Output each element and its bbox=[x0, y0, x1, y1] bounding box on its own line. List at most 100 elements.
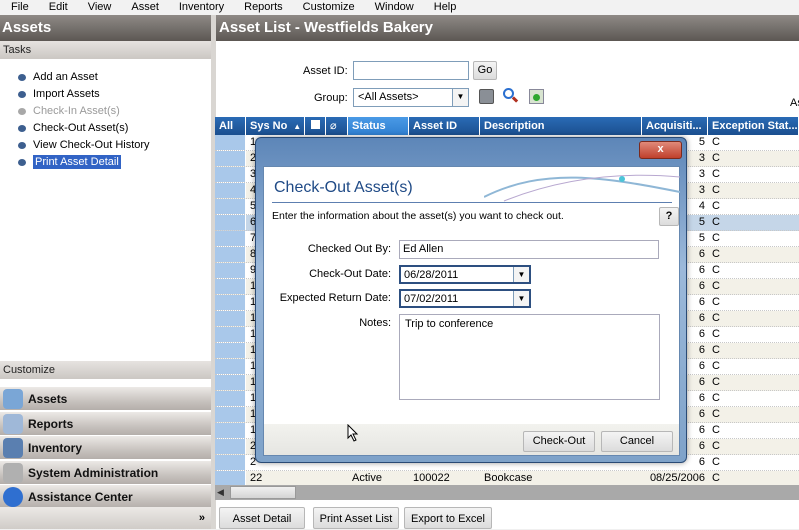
menu-customize[interactable]: Customize bbox=[292, 0, 364, 15]
column-header-4[interactable]: Status bbox=[348, 117, 409, 135]
task-import-assets[interactable]: Import Assets bbox=[18, 87, 100, 101]
column-header-6[interactable]: Description bbox=[480, 117, 642, 135]
asset-detail-button[interactable]: Asset Detail bbox=[219, 507, 305, 529]
column-header-8[interactable]: Exception Stat... bbox=[708, 117, 799, 135]
cancel-button[interactable]: Cancel bbox=[601, 431, 673, 452]
acquisition-cell: 6 bbox=[698, 296, 705, 308]
group-select[interactable]: <All Assets> ▼ bbox=[353, 88, 469, 107]
nav-reports[interactable]: Reports bbox=[0, 411, 211, 436]
row-selector[interactable] bbox=[215, 391, 246, 406]
export-green-arrow-icon[interactable] bbox=[529, 89, 544, 104]
menu-view[interactable]: View bbox=[77, 0, 121, 15]
acquisition-cell: 6 bbox=[698, 360, 705, 372]
menu-edit[interactable]: Edit bbox=[38, 0, 77, 15]
save-icon[interactable] bbox=[479, 89, 494, 104]
exception-cell: C bbox=[712, 136, 720, 148]
exception-cell: C bbox=[712, 200, 720, 212]
nav-system-administration[interactable]: System Administration bbox=[0, 460, 211, 485]
scroll-left-icon[interactable]: ◀ bbox=[217, 487, 224, 498]
exception-cell: C bbox=[712, 344, 720, 356]
column-header-2[interactable] bbox=[305, 117, 326, 135]
menu-window[interactable]: Window bbox=[364, 0, 423, 15]
row-selector[interactable] bbox=[215, 359, 246, 374]
acquisition-cell: 3 bbox=[698, 152, 705, 164]
dialog-footer: Check-Out Cancel bbox=[264, 424, 679, 455]
bullet-icon bbox=[18, 141, 26, 149]
help-button[interactable]: ? bbox=[659, 207, 679, 226]
row-selector[interactable] bbox=[215, 151, 246, 166]
row-selector[interactable] bbox=[215, 375, 246, 390]
nav-assets[interactable]: Assets bbox=[0, 387, 211, 411]
print-asset-list-button[interactable]: Print Asset List bbox=[313, 507, 399, 529]
row-selector[interactable] bbox=[215, 135, 246, 150]
column-header-5[interactable]: Asset ID bbox=[409, 117, 480, 135]
row-selector[interactable] bbox=[215, 295, 246, 310]
checkout-date-picker[interactable]: 06/28/2011 ▼ bbox=[399, 265, 531, 284]
menu-inventory[interactable]: Inventory bbox=[168, 0, 233, 15]
nav-label: Inventory bbox=[28, 441, 83, 455]
column-header-3[interactable]: ⌀ bbox=[326, 117, 348, 135]
menu-reports[interactable]: Reports bbox=[233, 0, 292, 15]
task-label: Print Asset Detail bbox=[33, 155, 121, 169]
panel-title: Assets bbox=[0, 15, 211, 41]
task-label: Import Assets bbox=[33, 88, 100, 100]
row-selector[interactable] bbox=[215, 279, 246, 294]
row-selector[interactable] bbox=[215, 407, 246, 422]
task-view-check-out-history[interactable]: View Check-Out History bbox=[18, 138, 150, 152]
acquisition-cell: 6 bbox=[698, 376, 705, 388]
return-date-label: Expected Return Date: bbox=[279, 292, 391, 304]
row-selector[interactable] bbox=[215, 263, 246, 278]
task-add-an-asset[interactable]: Add an Asset bbox=[18, 70, 98, 84]
nav-inventory[interactable]: Inventory bbox=[0, 436, 211, 460]
column-header-7[interactable]: Acquisiti... bbox=[642, 117, 708, 135]
chevron-down-icon[interactable]: ▼ bbox=[513, 291, 529, 306]
checked-out-by-label: Checked Out By: bbox=[307, 243, 391, 255]
horizontal-scrollbar[interactable]: ◀ bbox=[215, 485, 799, 500]
more-button[interactable]: » bbox=[0, 507, 211, 529]
row-selector[interactable] bbox=[215, 199, 246, 214]
left-panel: Assets Tasks Add an Asset Import Assets Ch… bbox=[0, 15, 211, 529]
row-selector[interactable] bbox=[215, 423, 246, 438]
task-check-out-asset-s-[interactable]: Check-Out Asset(s) bbox=[18, 121, 128, 135]
instruction-text: Enter the information about the asset(s)… bbox=[272, 210, 564, 222]
scanner-icon bbox=[3, 438, 23, 458]
row-selector[interactable] bbox=[215, 247, 246, 262]
row-selector[interactable] bbox=[215, 343, 246, 358]
exception-cell: C bbox=[712, 408, 720, 420]
row-selector[interactable] bbox=[215, 327, 246, 342]
menu-file[interactable]: File bbox=[0, 0, 38, 15]
nav-assistance-center[interactable]: Assistance Center bbox=[0, 485, 211, 509]
return-date-picker[interactable]: 07/02/2011 ▼ bbox=[399, 289, 531, 308]
customize-header[interactable]: Customize bbox=[0, 361, 211, 379]
scroll-thumb[interactable] bbox=[230, 486, 296, 499]
go-button[interactable]: Go bbox=[473, 61, 497, 80]
chevron-down-icon: ▼ bbox=[452, 89, 468, 106]
close-button[interactable]: x bbox=[639, 141, 682, 159]
checked-out-by-input[interactable]: Ed Allen bbox=[399, 240, 659, 259]
notes-textarea[interactable]: Trip to conference bbox=[399, 314, 660, 400]
exception-cell: C bbox=[712, 168, 720, 180]
column-header-1[interactable]: Sys No ▲ bbox=[246, 117, 305, 135]
row-selector[interactable] bbox=[215, 455, 246, 470]
export-to-excel-button[interactable]: Export to Excel bbox=[404, 507, 492, 529]
task-print-asset-detail[interactable]: Print Asset Detail bbox=[18, 155, 121, 169]
row-selector[interactable] bbox=[215, 183, 246, 198]
row-selector[interactable] bbox=[215, 439, 246, 454]
row-selector[interactable] bbox=[215, 311, 246, 326]
column-header-0[interactable]: All bbox=[215, 117, 246, 135]
asset-id-input[interactable] bbox=[353, 61, 469, 80]
menu-help[interactable]: Help bbox=[423, 0, 466, 15]
exception-cell: C bbox=[712, 152, 720, 164]
exception-cell: C bbox=[712, 472, 720, 484]
menu-asset[interactable]: Asset bbox=[120, 0, 168, 15]
chevron-down-icon[interactable]: ▼ bbox=[513, 267, 529, 282]
exception-cell: C bbox=[712, 280, 720, 292]
acquisition-cell: 6 bbox=[698, 344, 705, 356]
row-selector[interactable] bbox=[215, 231, 246, 246]
exception-cell: C bbox=[712, 248, 720, 260]
row-selector[interactable] bbox=[215, 471, 246, 486]
acquisition-cell: 5 bbox=[698, 216, 705, 228]
checkout-button[interactable]: Check-Out bbox=[523, 431, 595, 452]
row-selector[interactable] bbox=[215, 167, 246, 182]
row-selector[interactable] bbox=[215, 215, 246, 230]
